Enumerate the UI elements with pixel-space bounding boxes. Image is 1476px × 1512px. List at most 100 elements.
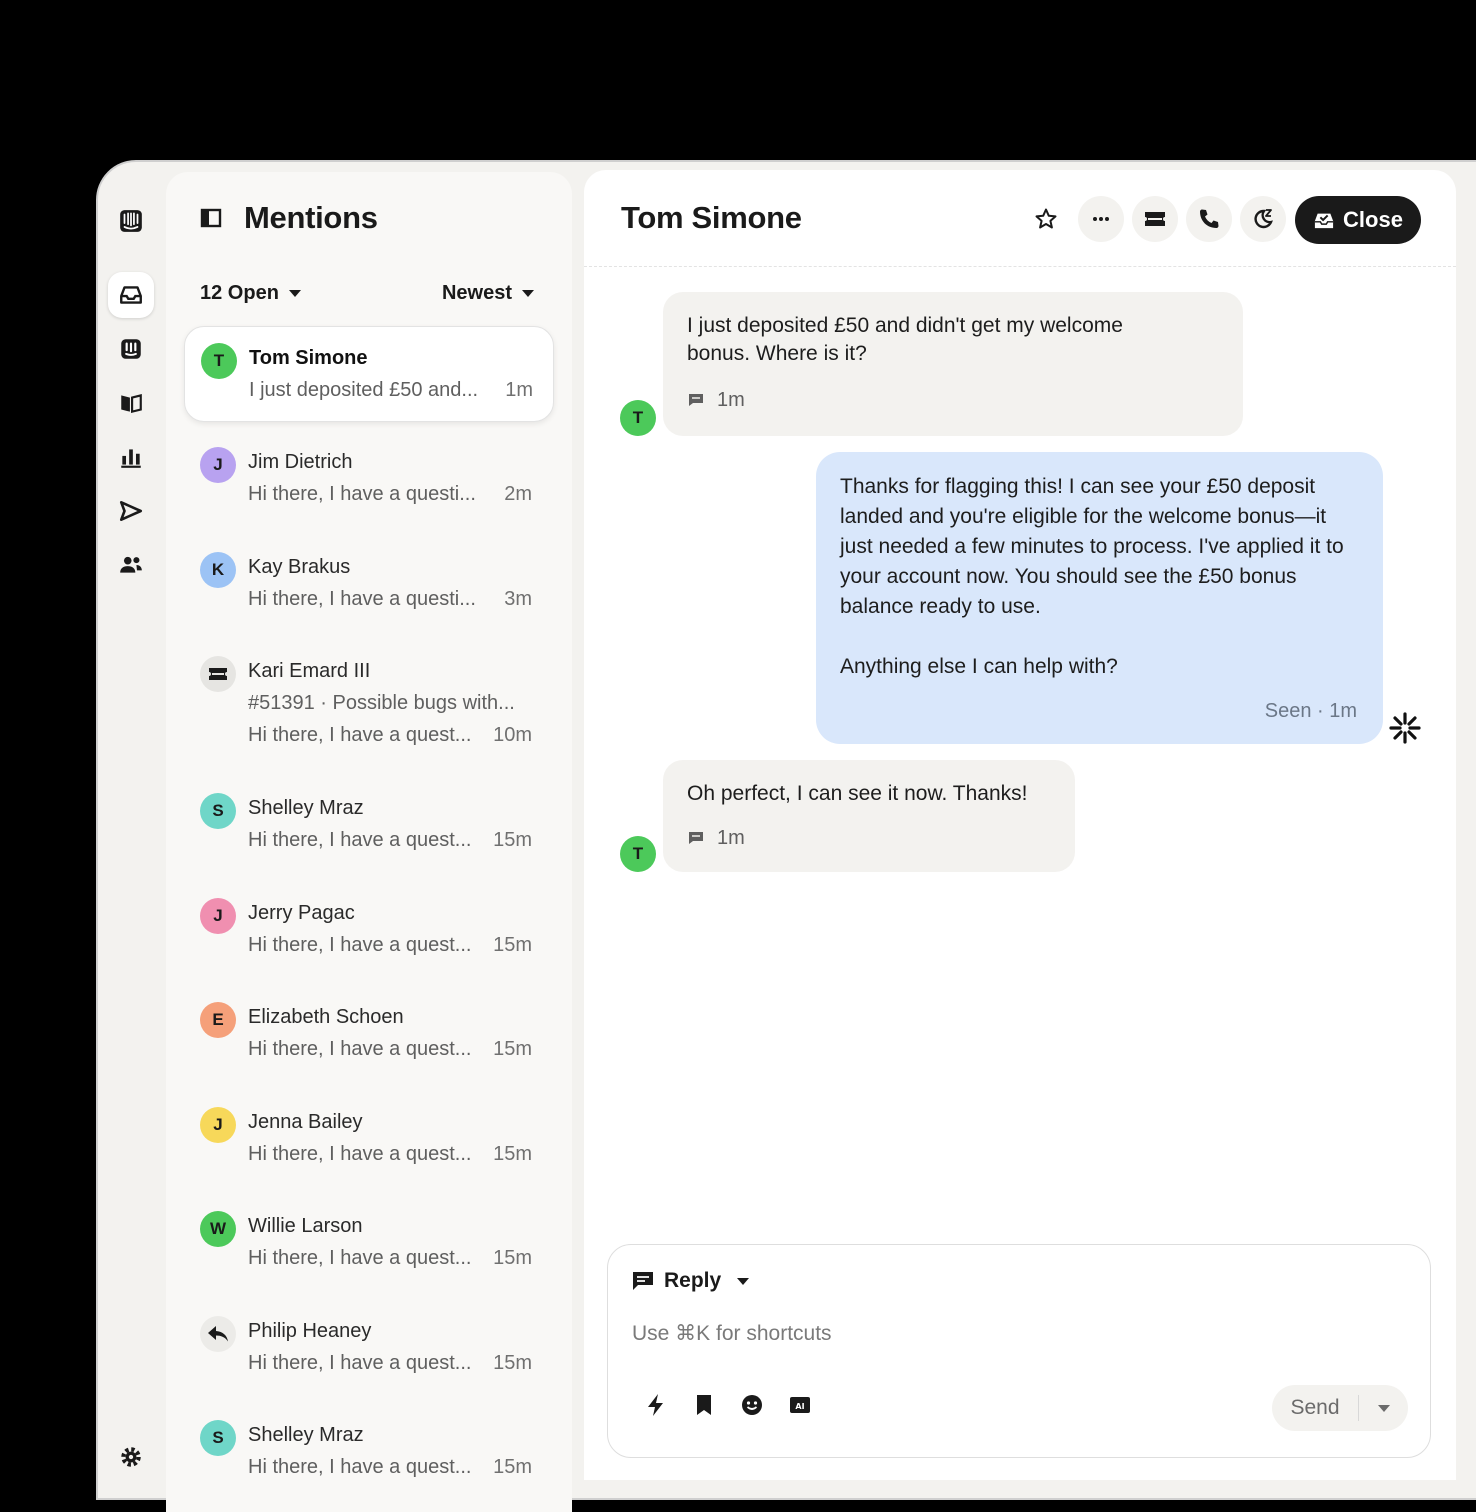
conversation-item[interactable]: K Kay Brakus Hi there, I have a questi..…	[184, 536, 552, 630]
seen-status: Seen · 1m	[1264, 700, 1357, 722]
conversation-item[interactable]: J Jenna Bailey Hi there, I have a quest.…	[184, 1091, 552, 1185]
more-options-icon[interactable]	[1078, 196, 1124, 242]
conversation-preview: Hi there, I have a quest...	[248, 1352, 472, 1374]
toggle-sidebar-icon[interactable]	[200, 207, 222, 229]
knowledge-book-icon[interactable]	[108, 380, 154, 426]
chat-channel-icon	[689, 832, 703, 844]
customer-message: Oh perfect, I can see it now. Thanks! 1m	[663, 760, 1075, 872]
conversation-preview: Hi there, I have a quest...	[248, 1038, 472, 1060]
fin-agent-icon	[1387, 710, 1423, 746]
conversation-pane: Tom Simone Close T I just deposited £50 …	[584, 170, 1456, 1480]
customer-message: I just deposited £50 and didn't get my w…	[663, 292, 1243, 436]
conversation-name: Kay Brakus	[248, 556, 351, 578]
conversation-title: Tom Simone	[621, 200, 802, 235]
reply-mode-dropdown[interactable]: Reply	[632, 1269, 750, 1293]
conversation-item[interactable]: Philip Heaney Hi there, I have a quest..…	[184, 1300, 552, 1394]
avatar: J	[200, 898, 236, 934]
conversation-time: 15m	[493, 1143, 532, 1165]
close-conversation-button[interactable]: Close	[1295, 196, 1421, 244]
conversation-preview: Hi there, I have a quest...	[248, 1247, 472, 1269]
nav-rail	[98, 162, 164, 1498]
conversation-time: 15m	[493, 1038, 532, 1060]
reply-arrow-icon	[200, 1316, 236, 1352]
reply-composer: Reply Use ⌘K for shortcuts AI Send	[607, 1244, 1431, 1458]
chat-bubble-icon	[633, 1272, 653, 1290]
conversation-item[interactable]: Kari Emard III #51391 · Possible bugs wi…	[184, 640, 552, 766]
conversation-name: Kari Emard III	[248, 660, 371, 682]
conversation-name: Tom Simone	[249, 347, 368, 369]
reports-chart-icon[interactable]	[108, 434, 154, 480]
conversation-preview: Hi there, I have a quest...	[248, 829, 472, 851]
conversation-name: Willie Larson	[248, 1215, 363, 1237]
conversation-item[interactable]: S Shelley Mraz Hi there, I have a quest.…	[184, 1404, 552, 1498]
chat-channel-icon	[689, 394, 703, 406]
open-filter-dropdown[interactable]: 12 Open	[200, 282, 301, 305]
fin-ai-icon[interactable]	[108, 326, 154, 372]
conversation-item[interactable]: W Willie Larson Hi there, I have a quest…	[184, 1195, 552, 1289]
ticket-icon[interactable]	[1132, 196, 1178, 242]
conversation-item[interactable]: T Tom Simone I just deposited £50 and...…	[184, 326, 554, 422]
logo-icon[interactable]	[108, 198, 154, 244]
customer-avatar: T	[620, 836, 656, 872]
conversation-item[interactable]: S Shelley Mraz Hi there, I have a quest.…	[184, 777, 552, 871]
avatar: J	[200, 447, 236, 483]
settings-gear-icon[interactable]	[108, 1434, 154, 1480]
conversation-preview: Hi there, I have a quest...	[248, 724, 472, 746]
sort-dropdown[interactable]: Newest	[442, 282, 534, 305]
avatar: S	[200, 1420, 236, 1456]
conversation-time: 1m	[505, 379, 533, 401]
conversation-preview: Hi there, I have a questi...	[248, 483, 476, 505]
conversation-preview: Hi there, I have a questi...	[248, 588, 476, 610]
message-text: I just deposited £50 and didn't get my w…	[687, 314, 1123, 365]
snooze-moon-icon[interactable]	[1240, 196, 1286, 242]
inbox-icon[interactable]	[108, 272, 154, 318]
conversation-list-panel: Mentions 12 Open Newest T Tom Simone I j…	[166, 172, 572, 1512]
avatar: E	[200, 1002, 236, 1038]
chevron-down-icon[interactable]	[1359, 1404, 1408, 1412]
message-time: 1m	[717, 389, 745, 411]
avatar: K	[200, 552, 236, 588]
chevron-down-icon	[737, 1277, 750, 1285]
ticket-title: #51391 · Possible bugs with...	[248, 692, 515, 714]
avatar: J	[200, 1107, 236, 1143]
send-button[interactable]: Send	[1272, 1385, 1408, 1431]
conversation-preview: Hi there, I have a quest...	[248, 934, 472, 956]
conversation-time: 10m	[493, 724, 532, 746]
list-title: Mentions	[244, 200, 378, 235]
conversation-name: Elizabeth Schoen	[248, 1006, 404, 1028]
conversation-item[interactable]: J Jerry Pagac Hi there, I have a quest..…	[184, 882, 552, 976]
conversation-name: Jenna Bailey	[248, 1111, 363, 1133]
contacts-people-icon[interactable]	[108, 542, 154, 588]
star-icon[interactable]	[1023, 196, 1069, 242]
conversation-name: Jim Dietrich	[248, 451, 353, 473]
chevron-down-icon	[522, 290, 534, 297]
phone-icon[interactable]	[1186, 196, 1232, 242]
avatar: W	[200, 1211, 236, 1247]
conversation-time: 15m	[493, 934, 532, 956]
emoji-icon[interactable]	[740, 1393, 764, 1417]
ai-assist-icon[interactable]: AI	[788, 1393, 812, 1417]
chevron-down-icon	[288, 290, 301, 297]
conversation-name: Shelley Mraz	[248, 1424, 364, 1446]
conversation-time: 3m	[504, 588, 532, 610]
lightning-macro-icon[interactable]	[644, 1393, 668, 1417]
bookmark-icon[interactable]	[692, 1393, 716, 1417]
conversation-time: 15m	[493, 1352, 532, 1374]
conversation-item[interactable]: J Jim Dietrich Hi there, I have a questi…	[184, 431, 552, 525]
conversation-time: 15m	[493, 829, 532, 851]
inbox-check-icon	[1314, 213, 1334, 229]
reply-input[interactable]: Use ⌘K for shortcuts	[632, 1321, 832, 1346]
avatar: T	[201, 343, 237, 379]
conversation-preview: Hi there, I have a quest...	[248, 1143, 472, 1165]
conversation-time: 2m	[504, 483, 532, 505]
conversation-name: Jerry Pagac	[248, 902, 355, 924]
ticket-icon	[200, 656, 236, 692]
agent-message: Thanks for flagging this! I can see your…	[816, 452, 1383, 744]
svg-text:AI: AI	[795, 1402, 804, 1411]
outbound-send-icon[interactable]	[108, 488, 154, 534]
conversation-name: Shelley Mraz	[248, 797, 364, 819]
conversation-item[interactable]: E Elizabeth Schoen Hi there, I have a qu…	[184, 986, 552, 1080]
message-text: Anything else I can help with?	[840, 655, 1118, 678]
avatar: S	[200, 793, 236, 829]
message-time: 1m	[717, 827, 745, 849]
